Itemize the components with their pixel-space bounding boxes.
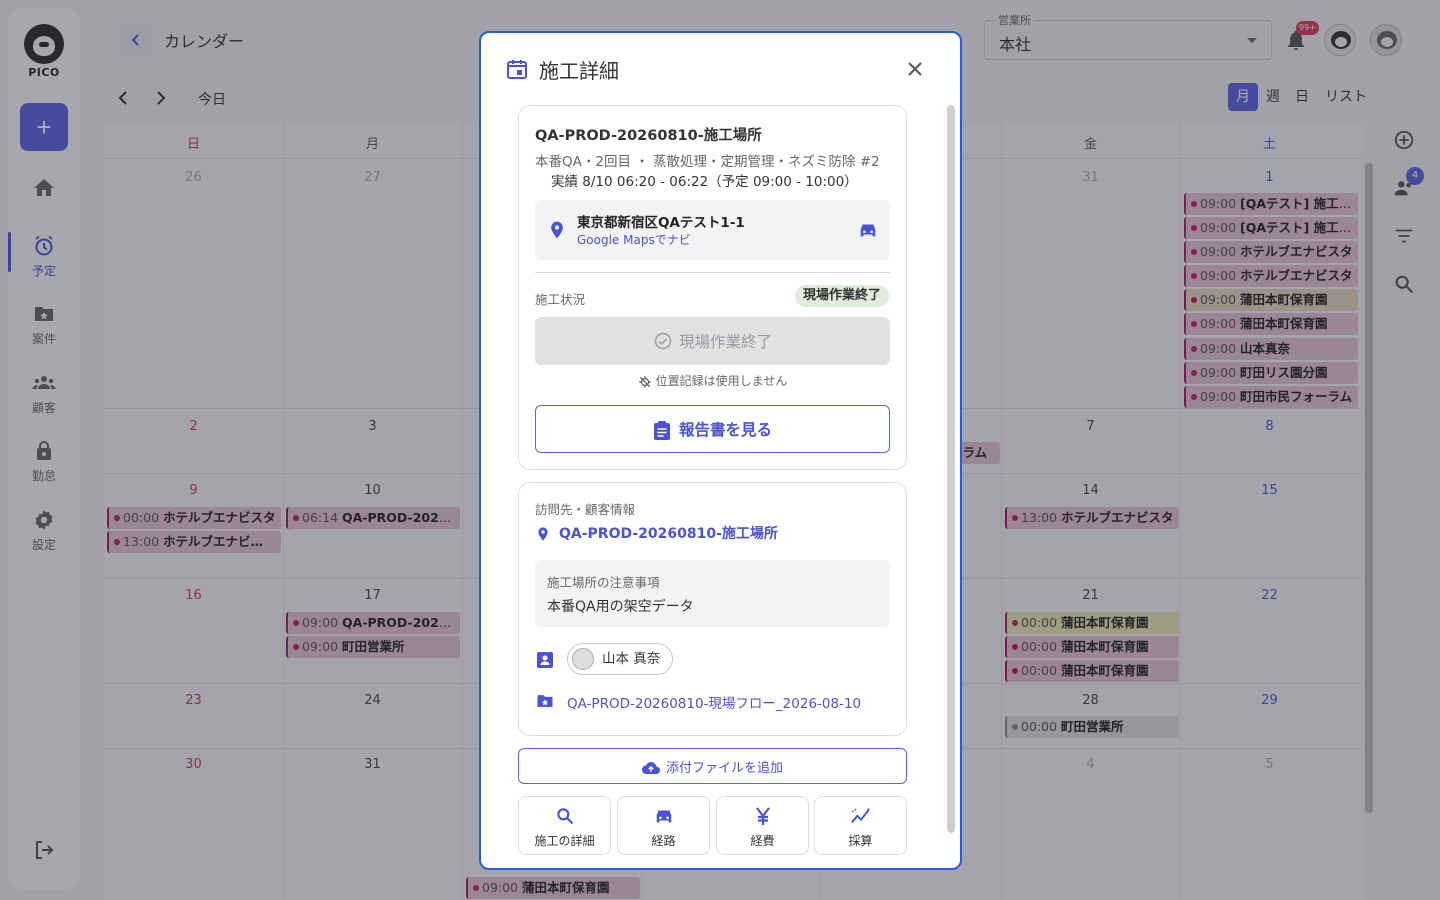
location-note: 位置記録は使用しません	[519, 372, 906, 389]
site-name: QA-PROD-20260810-施工場所	[535, 128, 762, 144]
clipboard-icon	[653, 421, 670, 441]
chart-icon	[850, 808, 870, 824]
add-attachment-button[interactable]: 添付ファイルを追加	[518, 748, 907, 784]
address-text: 東京都新宿区QAテスト1-1	[577, 215, 745, 231]
google-maps-link[interactable]: Google Mapsでナビ	[577, 231, 691, 248]
staff-avatar	[572, 648, 594, 670]
divider	[535, 272, 890, 273]
contact-card-icon	[537, 652, 553, 668]
search-icon	[556, 808, 573, 825]
construction-summary-card: QA-PROD-20260810-施工場所 本番QA・2回目 ・ 蒸散処理・定期…	[518, 105, 907, 470]
status-badge: 現場作業終了	[795, 285, 890, 307]
construction-detail-modal: 施工詳細 QA-PROD-20260810-施工場所 本番QA・2回目 ・ 蒸散…	[479, 31, 962, 870]
modal-scrollbar[interactable]	[947, 105, 955, 833]
status-label: 施工状況	[535, 292, 586, 307]
location-pin-icon	[551, 221, 563, 239]
visit-site-link[interactable]: QA-PROD-20260810-施工場所	[535, 523, 778, 543]
car-icon[interactable]	[857, 220, 879, 240]
route-button[interactable]: 経路	[617, 796, 710, 855]
service-line: 本番QA・2回目 ・ 蒸散処理・定期管理・ネズミ防除 #2	[535, 154, 880, 170]
modal-title: 施工詳細	[539, 59, 619, 83]
view-report-button[interactable]: 報告書を見る	[535, 405, 890, 453]
notes-title: 施工場所の注意事項	[547, 575, 660, 590]
time-line: 実績 8/10 06:20 - 06:22（予定 09:00 - 10:00）	[551, 174, 858, 190]
site-notes-box: 施工場所の注意事項 本番QA用の架空データ	[535, 560, 890, 627]
location-off-icon	[638, 375, 651, 388]
calendar-icon	[507, 60, 527, 79]
location-pin-icon	[538, 527, 548, 541]
construction-details-button[interactable]: 施工の詳細	[518, 796, 611, 855]
folder-star-icon	[537, 695, 553, 707]
staff-chip[interactable]: 山本 真奈	[567, 643, 674, 675]
car-icon	[656, 810, 671, 823]
site-flow-link[interactable]: QA-PROD-20260810-現場フロー_2026-08-10	[567, 692, 861, 712]
yen-icon	[755, 807, 770, 825]
cloud-upload-icon	[641, 762, 660, 775]
address-box[interactable]: 東京都新宿区QAテスト1-1 Google Mapsでナビ	[535, 200, 890, 260]
work-complete-button[interactable]: 現場作業終了	[535, 317, 890, 365]
notes-text: 本番QA用の架空データ	[547, 599, 694, 615]
close-icon[interactable]	[905, 59, 925, 79]
check-circle-icon	[654, 332, 672, 350]
visit-label: 訪問先・顧客情報	[535, 502, 636, 517]
profitability-button[interactable]: 採算	[814, 796, 907, 855]
visit-info-card: 訪問先・顧客情報 QA-PROD-20260810-施工場所 施工場所の注意事項…	[518, 482, 907, 736]
expenses-button[interactable]: 経費	[716, 796, 809, 855]
